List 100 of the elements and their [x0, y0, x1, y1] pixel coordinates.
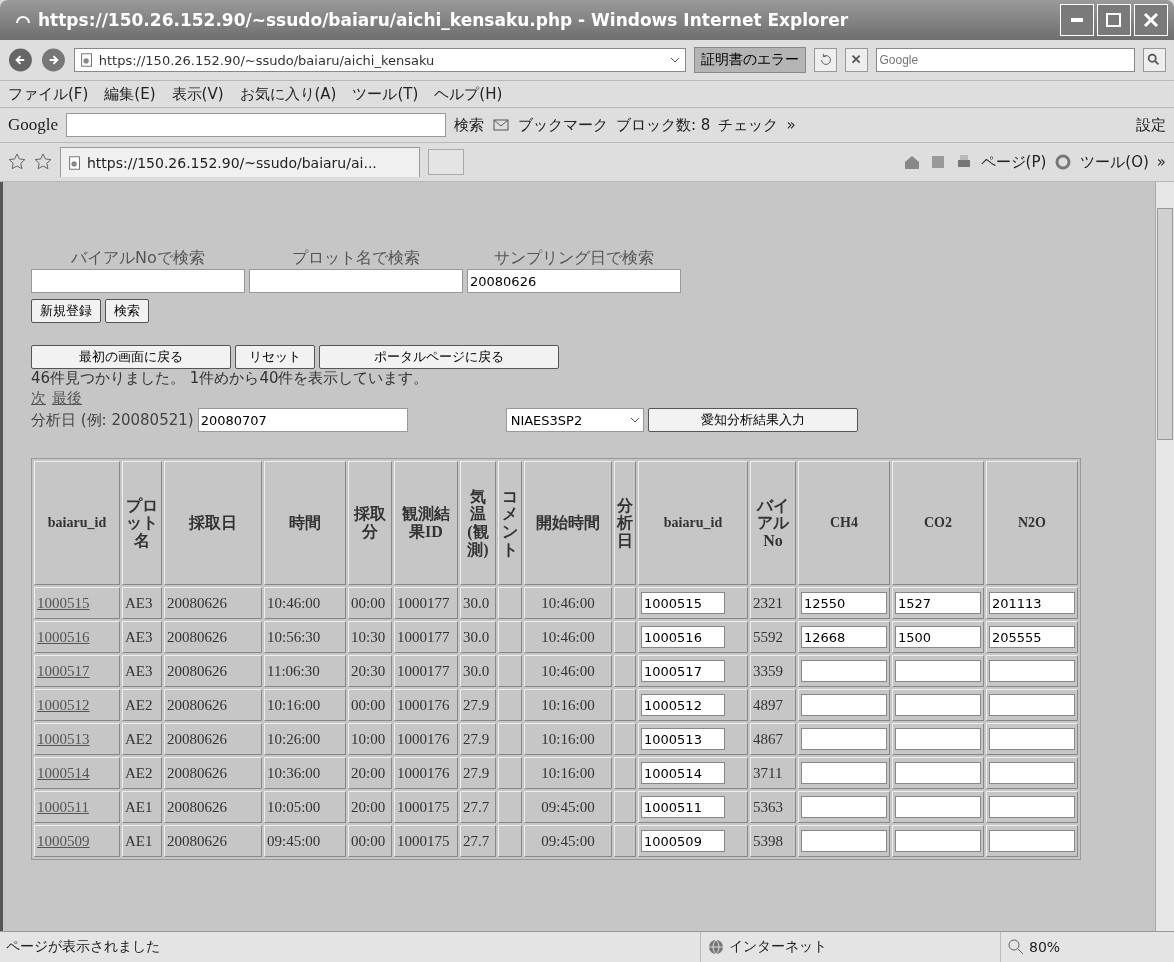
table-cell: 4897 [750, 689, 796, 721]
scrollbar[interactable] [1155, 182, 1174, 931]
form-button[interactable]: 新規登録 [31, 299, 101, 323]
more-button[interactable]: » [1156, 153, 1166, 171]
minimize-button[interactable] [1060, 4, 1094, 36]
column-header: 開始時間 [524, 461, 612, 585]
table-cell: 1000175 [394, 825, 458, 857]
id-link[interactable]: 1000515 [37, 594, 90, 611]
table-cell: 20:00 [348, 791, 392, 823]
zoom-level[interactable]: 80% [1029, 939, 1061, 955]
table-cell [614, 689, 636, 721]
menu-item[interactable]: お気に入り(A) [239, 84, 337, 104]
table-cell: 20080626 [164, 757, 262, 789]
submit-button[interactable]: 愛知分析結果入力 [647, 408, 858, 432]
window-title: https://150.26.152.90/~ssudo/baiaru/aichi_kensaku.php - Windows Internet Explorer [38, 10, 850, 30]
instrument-select[interactable]: NIAES3SP2 [505, 408, 644, 432]
nav-button[interactable]: 最初の画面に戻る [31, 345, 231, 369]
table-cell: 5363 [750, 791, 796, 823]
search-field[interactable]: 20080626 [467, 269, 681, 293]
column-header: プロット名 [122, 461, 162, 585]
table-cell [498, 655, 522, 687]
input-field[interactable]: 201113 [989, 592, 1075, 614]
input-field[interactable]: 1000512 [641, 694, 725, 716]
id-link[interactable]: 1000509 [37, 832, 90, 849]
search-field[interactable] [31, 269, 245, 293]
browser-tab[interactable]: https://150.26.152.90/~ssudo/baiaru/ai... [60, 147, 420, 177]
table-cell: 1000176 [394, 757, 458, 789]
input-field[interactable]: 12550 [801, 592, 887, 614]
page-icon [78, 52, 95, 68]
input-field[interactable]: 1000517 [641, 660, 725, 682]
input-field[interactable]: 1000514 [641, 762, 725, 784]
table-cell: AE2 [122, 723, 162, 755]
menu-item[interactable]: ファイル(F) [8, 84, 89, 104]
close-button[interactable] [1134, 4, 1168, 36]
close-icon [1142, 11, 1160, 29]
blocked-count[interactable]: ブロック数: 8 [616, 115, 711, 135]
search-button[interactable]: 検索 [454, 115, 485, 135]
bookmarks-button[interactable]: ブックマーク [518, 115, 609, 135]
scroll-thumb[interactable] [1157, 208, 1173, 440]
analysis-date-field[interactable]: 20080707 [197, 408, 408, 432]
new-tab-button[interactable] [428, 149, 464, 175]
google-search-field[interactable] [66, 113, 447, 137]
input-field[interactable]: 1500 [895, 626, 981, 648]
spellcheck-button[interactable]: チェック [718, 115, 779, 135]
page-menu[interactable]: ページ(P) [980, 152, 1047, 172]
refresh-button[interactable] [814, 48, 838, 72]
page-icon [67, 154, 83, 171]
input-field[interactable]: 1000513 [641, 728, 725, 750]
nav-button[interactable]: ポータルページに戻る [319, 345, 559, 369]
table-cell [498, 757, 522, 789]
table-cell: 10:00 [348, 723, 392, 755]
field-label: 分析日 (例: 20080521) [31, 410, 194, 430]
id-link[interactable]: 1000517 [37, 662, 90, 679]
id-link[interactable]: 1000516 [37, 628, 90, 645]
search-field[interactable]: Google [876, 48, 1135, 72]
input-field[interactable]: 1000516 [641, 626, 725, 648]
pager-link[interactable]: 次 [31, 389, 46, 407]
menu-item[interactable]: ツール(T) [352, 84, 419, 104]
input-field[interactable]: 1000515 [641, 592, 725, 614]
nav-button[interactable]: リセット [235, 345, 315, 369]
id-link[interactable]: 1000512 [37, 696, 90, 713]
search-button[interactable] [1142, 48, 1166, 72]
settings-button[interactable]: 設定 [1136, 115, 1166, 135]
table-cell [614, 655, 636, 687]
maximize-button[interactable] [1097, 4, 1131, 36]
table-cell: 09:45:00 [524, 825, 612, 857]
id-link[interactable]: 1000511 [37, 798, 89, 815]
table-cell [614, 791, 636, 823]
table-cell: 5398 [750, 825, 796, 857]
input-field[interactable]: 1000509 [641, 830, 725, 852]
field-label: プロット名で検索 [291, 248, 421, 269]
input-field[interactable]: 12668 [801, 626, 887, 648]
menu-item[interactable]: 編集(E) [104, 84, 156, 104]
menu-item[interactable]: ヘルプ(H) [434, 84, 503, 104]
input-field[interactable]: 205555 [989, 626, 1075, 648]
status-message: ページが表示されました [6, 938, 160, 956]
table-cell: 1000177 [394, 655, 458, 687]
table-cell: 1000176 [394, 723, 458, 755]
table-cell [498, 791, 522, 823]
table-cell [614, 825, 636, 857]
forward-icon [40, 47, 66, 73]
address-field[interactable]: https://150.26.152.90/~ssudo/baiaru/aichi_kensaku [73, 48, 687, 72]
table-cell [614, 757, 636, 789]
column-header: CO2 [892, 461, 984, 585]
pager-link[interactable]: 最後 [52, 389, 82, 407]
input-field[interactable]: 1000511 [641, 796, 725, 818]
more-button[interactable]: » [786, 116, 796, 134]
search-field[interactable] [249, 269, 463, 293]
tools-menu[interactable]: ツール(O) [1080, 152, 1149, 172]
stop-button[interactable] [845, 48, 869, 72]
form-button[interactable]: 検索 [105, 299, 149, 323]
table-cell: 20080626 [164, 621, 262, 653]
table-cell: 20080626 [164, 689, 262, 721]
id-link[interactable]: 1000513 [37, 730, 90, 747]
id-link[interactable]: 1000514 [37, 764, 90, 781]
minimize-icon [1071, 18, 1083, 22]
menu-item[interactable]: 表示(V) [171, 84, 224, 104]
certificate-error-button[interactable]: 証明書のエラー [694, 47, 807, 73]
table-cell: AE2 [122, 689, 162, 721]
input-field[interactable]: 1527 [895, 592, 981, 614]
